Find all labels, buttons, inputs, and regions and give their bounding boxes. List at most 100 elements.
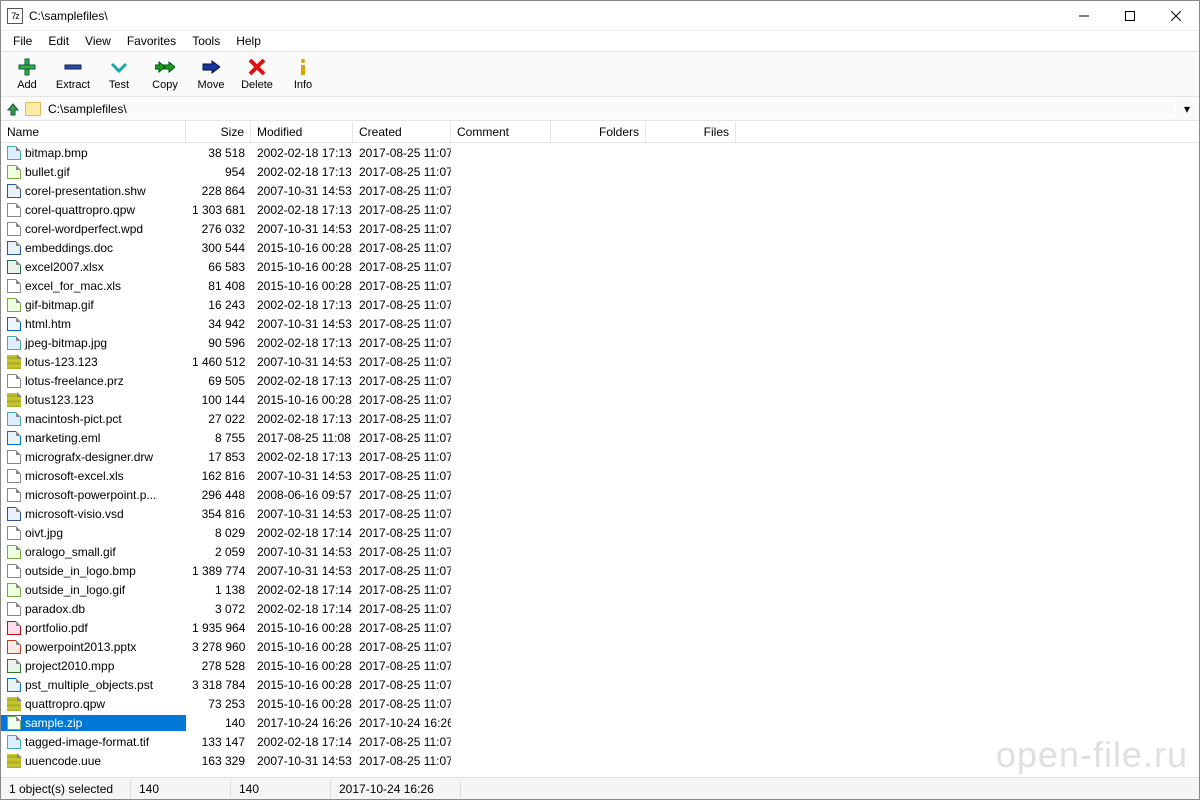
file-row[interactable]: html.htm34 9422007-10-31 14:532017-08-25…	[1, 314, 1199, 333]
file-modified: 2002-02-18 17:13	[251, 297, 353, 313]
file-row[interactable]: lotus-freelance.prz69 5052002-02-18 17:1…	[1, 371, 1199, 390]
file-name: quattropro.qpw	[25, 697, 105, 711]
file-icon	[7, 317, 21, 331]
toolbar-delete-label: Delete	[241, 79, 273, 91]
file-name-cell: html.htm	[1, 316, 186, 332]
file-row[interactable]: microsoft-excel.xls162 8162007-10-31 14:…	[1, 466, 1199, 485]
file-row[interactable]: outside_in_logo.gif1 1382002-02-18 17:14…	[1, 580, 1199, 599]
file-row[interactable]: jpeg-bitmap.jpg90 5962002-02-18 17:13201…	[1, 333, 1199, 352]
col-files[interactable]: Files	[646, 122, 736, 142]
file-modified: 2015-10-16 00:28	[251, 658, 353, 674]
col-comment[interactable]: Comment	[451, 122, 551, 142]
menu-file[interactable]: File	[5, 32, 40, 50]
path-input[interactable]: C:\samplefiles\	[45, 100, 1175, 118]
file-created: 2017-08-25 11:07	[353, 468, 451, 484]
file-row[interactable]: powerpoint2013.pptx3 278 9602015-10-16 0…	[1, 637, 1199, 656]
menu-view[interactable]: View	[77, 32, 119, 50]
file-row[interactable]: project2010.mpp278 5282015-10-16 00:2820…	[1, 656, 1199, 675]
menu-edit[interactable]: Edit	[40, 32, 77, 50]
col-created[interactable]: Created	[353, 122, 451, 142]
col-modified[interactable]: Modified	[251, 122, 353, 142]
col-name[interactable]: Name	[1, 122, 186, 142]
file-row[interactable]: gif-bitmap.gif16 2432002-02-18 17:132017…	[1, 295, 1199, 314]
file-modified: 2015-10-16 00:28	[251, 639, 353, 655]
file-row[interactable]: micrografx-designer.drw17 8532002-02-18 …	[1, 447, 1199, 466]
file-row[interactable]: macintosh-pict.pct27 0222002-02-18 17:13…	[1, 409, 1199, 428]
toolbar-extract-label: Extract	[56, 79, 90, 91]
file-row[interactable]: corel-presentation.shw228 8642007-10-31 …	[1, 181, 1199, 200]
file-icon	[7, 165, 21, 179]
toolbar-add[interactable]: Add	[5, 54, 49, 94]
file-size: 1 138	[186, 582, 251, 598]
file-row[interactable]: lotus123.123100 1442015-10-16 00:282017-…	[1, 390, 1199, 409]
toolbar-copy[interactable]: Copy	[143, 54, 187, 94]
file-name-cell: lotus-123.123	[1, 354, 186, 370]
app-icon: 7z	[7, 8, 23, 24]
file-row[interactable]: oralogo_small.gif2 0592007-10-31 14:5320…	[1, 542, 1199, 561]
file-icon	[7, 602, 21, 616]
file-row[interactable]: tagged-image-format.tif133 1472002-02-18…	[1, 732, 1199, 751]
file-row[interactable]: lotus-123.1231 460 5122007-10-31 14:5320…	[1, 352, 1199, 371]
status-size2: 140	[231, 780, 331, 798]
file-name-cell: micrografx-designer.drw	[1, 449, 186, 465]
file-row[interactable]: portfolio.pdf1 935 9642015-10-16 00:2820…	[1, 618, 1199, 637]
toolbar-move[interactable]: Move	[189, 54, 233, 94]
file-modified: 2002-02-18 17:14	[251, 525, 353, 541]
toolbar-extract[interactable]: Extract	[51, 54, 95, 94]
file-row[interactable]: corel-wordperfect.wpd276 0322007-10-31 1…	[1, 219, 1199, 238]
file-name: tagged-image-format.tif	[25, 735, 149, 749]
file-row[interactable]: microsoft-powerpoint.p...296 4482008-06-…	[1, 485, 1199, 504]
file-icon	[7, 374, 21, 388]
file-row[interactable]: oivt.jpg8 0292002-02-18 17:142017-08-25 …	[1, 523, 1199, 542]
file-row[interactable]: corel-quattropro.qpw1 303 6812002-02-18 …	[1, 200, 1199, 219]
file-row[interactable]: outside_in_logo.bmp1 389 7742007-10-31 1…	[1, 561, 1199, 580]
col-size[interactable]: Size	[186, 122, 251, 142]
menu-help[interactable]: Help	[228, 32, 269, 50]
up-folder-button[interactable]	[5, 101, 21, 117]
file-row[interactable]: bullet.gif9542002-02-18 17:132017-08-25 …	[1, 162, 1199, 181]
file-row[interactable]: bitmap.bmp38 5182002-02-18 17:132017-08-…	[1, 143, 1199, 162]
toolbar-info[interactable]: Info	[281, 54, 325, 94]
file-name-cell: pst_multiple_objects.pst	[1, 677, 186, 693]
file-row[interactable]: uuencode.uue163 3292007-10-31 14:532017-…	[1, 751, 1199, 770]
file-row[interactable]: microsoft-visio.vsd354 8162007-10-31 14:…	[1, 504, 1199, 523]
file-row[interactable]: excel2007.xlsx66 5832015-10-16 00:282017…	[1, 257, 1199, 276]
file-row[interactable]: marketing.eml8 7552017-08-25 11:082017-0…	[1, 428, 1199, 447]
menu-tools[interactable]: Tools	[184, 32, 228, 50]
file-icon	[7, 146, 21, 160]
file-row[interactable]: pst_multiple_objects.pst3 318 7842015-10…	[1, 675, 1199, 694]
file-modified: 2007-10-31 14:53	[251, 506, 353, 522]
file-icon	[7, 583, 21, 597]
file-size: 16 243	[186, 297, 251, 313]
minus-icon	[64, 57, 82, 77]
file-created: 2017-08-25 11:07	[353, 316, 451, 332]
maximize-button[interactable]	[1107, 1, 1153, 31]
toolbar-delete[interactable]: Delete	[235, 54, 279, 94]
file-modified: 2007-10-31 14:53	[251, 221, 353, 237]
file-modified: 2002-02-18 17:14	[251, 734, 353, 750]
file-size: 66 583	[186, 259, 251, 275]
file-row[interactable]: sample.zip1402017-10-24 16:262017-10-24 …	[1, 713, 1199, 732]
file-created: 2017-08-25 11:07	[353, 525, 451, 541]
file-size: 38 518	[186, 145, 251, 161]
file-name-cell: bitmap.bmp	[1, 145, 186, 161]
minimize-button[interactable]	[1061, 1, 1107, 31]
col-folders[interactable]: Folders	[551, 122, 646, 142]
file-row[interactable]: excel_for_mac.xls81 4082015-10-16 00:282…	[1, 276, 1199, 295]
file-name-cell: powerpoint2013.pptx	[1, 639, 186, 655]
close-button[interactable]	[1153, 1, 1199, 31]
file-row[interactable]: quattropro.qpw73 2532015-10-16 00:282017…	[1, 694, 1199, 713]
file-row[interactable]: embeddings.doc300 5442015-10-16 00:28201…	[1, 238, 1199, 257]
path-dropdown-icon[interactable]: ▾	[1179, 102, 1195, 116]
file-modified: 2015-10-16 00:28	[251, 696, 353, 712]
file-name: excel_for_mac.xls	[25, 279, 121, 293]
toolbar-test[interactable]: Test	[97, 54, 141, 94]
file-created: 2017-08-25 11:07	[353, 240, 451, 256]
file-icon	[7, 260, 21, 274]
file-row[interactable]: paradox.db3 0722002-02-18 17:142017-08-2…	[1, 599, 1199, 618]
menu-favorites[interactable]: Favorites	[119, 32, 184, 50]
file-name: embeddings.doc	[25, 241, 113, 255]
file-size: 3 278 960	[186, 639, 251, 655]
file-modified: 2007-10-31 14:53	[251, 544, 353, 560]
file-list[interactable]: bitmap.bmp38 5182002-02-18 17:132017-08-…	[1, 143, 1199, 777]
